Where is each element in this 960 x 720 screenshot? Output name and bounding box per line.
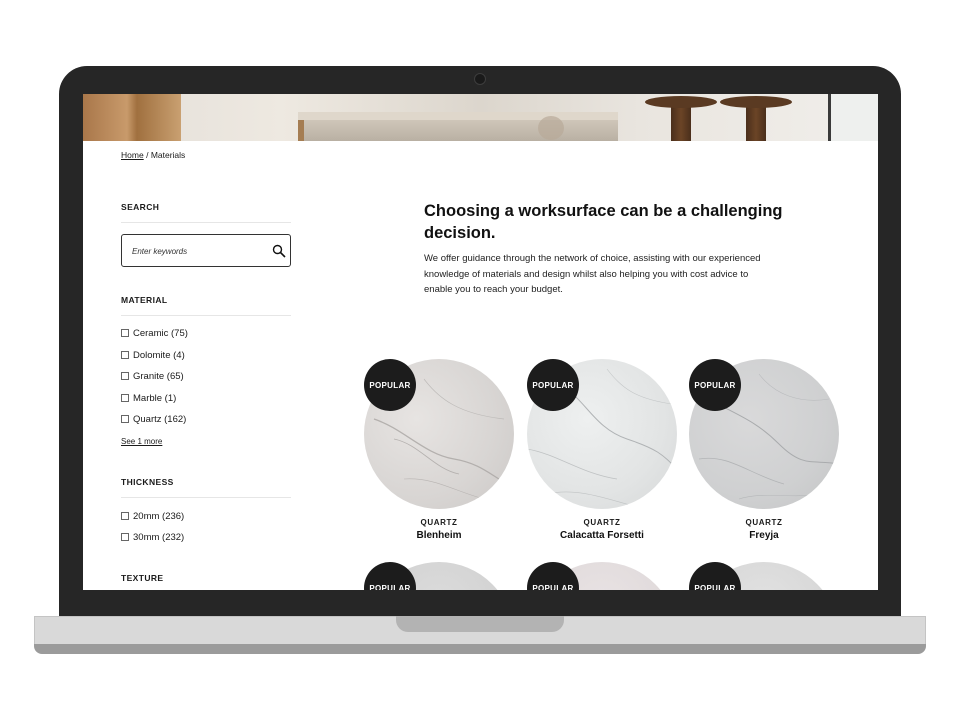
laptop-base-edge xyxy=(34,644,926,654)
product-card-calacatta-forsetti[interactable]: POPULAR QUARTZ Calacatta Forsetti xyxy=(527,359,677,549)
popular-badge: POPULAR xyxy=(689,359,741,411)
material-section-title: MATERIAL xyxy=(121,295,168,305)
popular-badge: POPULAR xyxy=(689,562,741,590)
filter-option-ceramic[interactable]: Ceramic (75) xyxy=(121,326,188,340)
thickness-section-title: THICKNESS xyxy=(121,477,174,487)
search-box xyxy=(121,234,291,267)
filter-option-30mm[interactable]: 30mm (232) xyxy=(121,530,184,544)
popular-badge: POPULAR xyxy=(527,562,579,590)
product-name[interactable]: Freyja xyxy=(689,530,839,541)
breadcrumb-separator: / xyxy=(146,150,149,160)
popular-badge: POPULAR xyxy=(527,359,579,411)
search-input[interactable] xyxy=(132,244,262,258)
breadcrumb: Home / Materials xyxy=(121,150,185,160)
popular-badge: POPULAR xyxy=(364,359,416,411)
see-more-link[interactable]: See 1 more xyxy=(121,437,162,446)
checkbox[interactable] xyxy=(121,394,129,402)
product-name[interactable]: Blenheim xyxy=(364,530,514,541)
search-section-title: SEARCH xyxy=(121,202,160,212)
filter-option-granite[interactable]: Granite (65) xyxy=(121,369,184,383)
browser-screen: Home / Materials SEARCH MATERIAL Ceramic… xyxy=(83,94,878,590)
filter-option-dolomite[interactable]: Dolomite (4) xyxy=(121,348,185,362)
camera-icon xyxy=(474,73,486,85)
product-category: QUARTZ xyxy=(745,518,783,527)
search-icon[interactable] xyxy=(272,244,286,258)
popular-badge: POPULAR xyxy=(364,562,416,590)
page-heading: Choosing a worksurface can be a challeng… xyxy=(424,202,783,242)
breadcrumb-home-link[interactable]: Home xyxy=(121,150,144,160)
checkbox[interactable] xyxy=(121,512,129,520)
divider xyxy=(121,497,291,498)
filter-option-quartz[interactable]: Quartz (162) xyxy=(121,412,186,426)
product-name[interactable]: Calacatta Forsetti xyxy=(527,530,677,541)
checkbox[interactable] xyxy=(121,533,129,541)
product-card[interactable]: POPULAR xyxy=(689,562,839,590)
checkbox[interactable] xyxy=(121,415,129,423)
checkbox[interactable] xyxy=(121,351,129,359)
laptop-mockup: Home / Materials SEARCH MATERIAL Ceramic… xyxy=(0,0,960,720)
checkbox[interactable] xyxy=(121,329,129,337)
product-card[interactable]: POPULAR xyxy=(527,562,677,590)
intro-text: We offer guidance through the network of… xyxy=(424,253,761,295)
product-card-blenheim[interactable]: POPULAR QUARTZ Blenheim xyxy=(364,359,514,549)
filter-option-20mm[interactable]: 20mm (236) xyxy=(121,509,184,523)
checkbox[interactable] xyxy=(121,372,129,380)
texture-section-title: TEXTURE xyxy=(121,573,164,583)
divider xyxy=(121,222,291,223)
breadcrumb-current: Materials xyxy=(150,150,186,160)
divider xyxy=(121,315,291,316)
product-category: QUARTZ xyxy=(420,518,458,527)
laptop-notch xyxy=(396,616,564,632)
product-card[interactable]: POPULAR xyxy=(364,562,514,590)
product-card-freyja[interactable]: POPULAR QUARTZ Freyja xyxy=(689,359,839,549)
filter-option-marble[interactable]: Marble (1) xyxy=(121,391,176,405)
product-category: QUARTZ xyxy=(583,518,621,527)
hero-banner-image xyxy=(83,94,878,141)
